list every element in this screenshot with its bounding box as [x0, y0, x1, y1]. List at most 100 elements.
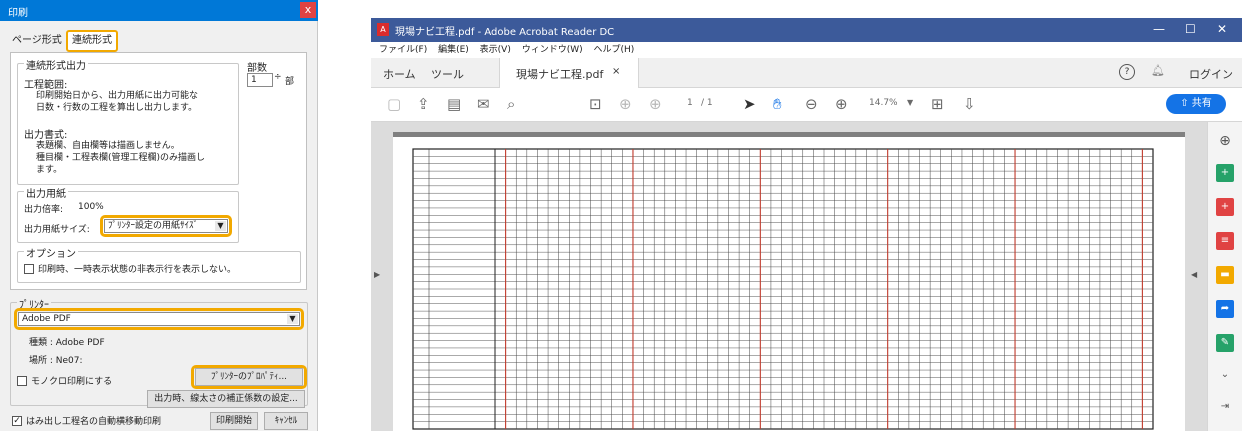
range-desc-1: 印刷開始日から、出力用紙に出力可能な — [36, 91, 199, 101]
snapshot-icon[interactable]: ⊡ — [589, 95, 602, 113]
mono-label: モノクロ印刷にする — [31, 377, 113, 387]
continuous-format-panel: 連続形式出力 工程範囲: 印刷開始日から、出力用紙に出力可能な 日数・行数の工程… — [10, 52, 307, 290]
printer-group: ﾌﾟﾘﾝﾀｰ Adobe PDF ▼ 種類 : Adobe PDF 場所 : N… — [10, 296, 308, 408]
save-icon[interactable]: ▢ — [387, 95, 401, 113]
printer-select[interactable]: Adobe PDF ▼ — [18, 312, 300, 326]
organize-pages-icon[interactable]: ≡ — [1216, 232, 1234, 250]
zoom-out-icon[interactable]: ⊖ — [805, 95, 818, 113]
menu-help[interactable]: ヘルプ(H) — [594, 45, 635, 55]
tab-tools[interactable]: ツール — [431, 66, 464, 82]
cancel-button[interactable]: ｷｬﾝｾﾙ — [264, 412, 308, 430]
zoom-in-icon[interactable]: ⊕ — [835, 95, 848, 113]
printer-selected: Adobe PDF — [22, 314, 71, 324]
copies-value: 1 — [251, 75, 257, 85]
page-total: / 1 — [701, 98, 713, 108]
send-icon[interactable]: ➦ — [1216, 300, 1234, 318]
copies-stepper-icon[interactable]: ÷ — [274, 72, 282, 82]
paper-size-label: 出力用紙サイズ: — [24, 225, 90, 235]
copies-label: 部数 — [247, 63, 267, 74]
zoom-level[interactable]: 14.7% — [869, 98, 898, 108]
menu-window[interactable]: ウィンドウ(W) — [522, 45, 583, 55]
tab-home[interactable]: ホーム — [383, 66, 416, 82]
pdf-page — [393, 132, 1185, 431]
auto-name-checkbox[interactable]: ✓ — [12, 416, 22, 426]
format-desc-2: 種目欄・工程表欄(管理工程欄)のみ描画し — [36, 153, 206, 163]
acrobat-window: A 現場ナビ工程.pdf - Adobe Acrobat Reader DC —… — [371, 18, 1242, 431]
range-desc-2: 日数・行数の工程を算出し出力します。 — [36, 103, 198, 113]
comment-icon[interactable]: ▬ — [1216, 266, 1234, 284]
right-panel-toggle-icon[interactable]: ◀ — [1191, 270, 1197, 279]
zoom-search-icon[interactable]: ⌕ — [507, 95, 515, 113]
create-pdf-icon[interactable]: + — [1216, 164, 1234, 182]
chevron-down-icon: ▼ — [287, 314, 298, 324]
acrobat-logo-icon: A — [377, 23, 389, 36]
chevron-down-icon[interactable]: ⌄ — [1216, 366, 1234, 384]
upload-icon[interactable]: ⇪ — [417, 95, 430, 113]
export-pdf-icon[interactable]: + — [1216, 198, 1234, 216]
ratio-value: 100% — [78, 202, 104, 212]
paper-size-value: ﾌﾟﾘﾝﾀｰ設定の用紙ｻｲｽﾞ — [108, 221, 199, 231]
continuous-output-group: 連続形式出力 工程範囲: 印刷開始日から、出力用紙に出力可能な 日数・行数の工程… — [17, 57, 239, 185]
menu-file[interactable]: ファイル(F) — [379, 45, 427, 55]
select-cursor-icon[interactable]: ➤ — [743, 95, 756, 113]
share-icon: ⇧ — [1180, 98, 1192, 109]
printer-type: 種類 : Adobe PDF — [29, 338, 105, 348]
paper-size-select[interactable]: ﾌﾟﾘﾝﾀｰ設定の用紙ｻｲｽﾞ ▼ — [104, 219, 228, 233]
tab-bar: ホーム ツール 現場ナビ工程.pdf × ? 🔔︎ ログイン — [371, 58, 1242, 88]
bell-icon[interactable]: 🔔︎ — [1151, 64, 1165, 77]
options-group: オプション 印刷時、一時表示状態の非表示行を表示しない。 — [17, 245, 301, 283]
share-label: 共有 — [1191, 98, 1212, 109]
schedule-grid — [412, 148, 1154, 430]
page-down-icon[interactable]: ⊕ — [649, 95, 662, 113]
close-window-icon[interactable]: ✕ — [1217, 22, 1227, 36]
hand-tool-icon[interactable]: ✋︎ — [773, 95, 782, 113]
fit-page-icon[interactable]: ⊞ — [931, 95, 944, 113]
dialog-title: 印刷 — [8, 8, 28, 19]
format-label: 出力書式: — [24, 130, 68, 141]
mail-icon[interactable]: ✉ — [477, 95, 490, 113]
comment-tool-icon[interactable]: ⇩ — [963, 95, 976, 113]
share-button[interactable]: ⇧ 共有 — [1166, 94, 1226, 114]
print-icon[interactable]: ▤ — [447, 95, 461, 113]
doc-tab-close-icon[interactable]: × — [612, 66, 620, 77]
mono-checkbox[interactable] — [17, 376, 27, 386]
format-desc-1: 表題欄、自由欄等は描画しません。 — [36, 141, 180, 151]
chevron-down-icon: ▼ — [215, 221, 226, 231]
minimize-icon[interactable]: — — [1153, 22, 1165, 36]
continuous-output-title: 連続形式出力 — [24, 57, 88, 72]
paper-group-title: 出力用紙 — [24, 185, 68, 200]
format-desc-3: ます。 — [36, 165, 63, 175]
printer-properties-button[interactable]: ﾌﾟﾘﾝﾀｰのﾌﾟﾛﾊﾟﾃｨ... — [195, 368, 303, 386]
tab-document[interactable]: 現場ナビ工程.pdf × — [499, 58, 639, 88]
print-start-button[interactable]: 印刷開始 — [210, 412, 258, 430]
chevron-down-icon[interactable]: ▼ — [907, 98, 913, 107]
login-link[interactable]: ログイン — [1189, 66, 1233, 82]
acrobat-title: 現場ナビ工程.pdf - Adobe Acrobat Reader DC — [395, 27, 615, 38]
fill-sign-icon[interactable]: ✎ — [1216, 334, 1234, 352]
copies-unit: 部 — [285, 77, 295, 87]
page-up-icon[interactable]: ⊕ — [619, 95, 632, 113]
ratio-label: 出力倍率: — [24, 205, 64, 215]
auto-name-label: はみ出し工程名の自動横移動印刷 — [26, 417, 162, 427]
zoom-tool-icon[interactable]: ⊕ — [1216, 132, 1234, 150]
copies-input[interactable]: 1 — [247, 73, 273, 87]
menu-edit[interactable]: 編集(E) — [438, 45, 469, 55]
collapse-panel-icon[interactable]: ⇥ — [1216, 398, 1234, 416]
printer-location: 場所 : Ne07: — [29, 356, 83, 366]
print-dialog: 印刷 x ページ形式 連続形式 連続形式出力 工程範囲: 印刷開始日から、出力用… — [0, 0, 318, 431]
line-width-button[interactable]: 出力時、線太さの補正係数の設定... — [147, 390, 305, 408]
hide-rows-checkbox[interactable] — [24, 264, 34, 274]
tab-continuous-format[interactable]: 連続形式 — [66, 30, 118, 52]
page-current[interactable]: 1 — [687, 98, 693, 108]
document-view[interactable]: ▶ ◀ — [371, 122, 1207, 431]
help-icon[interactable]: ? — [1119, 64, 1135, 80]
tab-page-format[interactable]: ページ形式 — [12, 32, 62, 50]
menu-view[interactable]: 表示(V) — [480, 45, 511, 55]
menu-bar: ファイル(F) 編集(E) 表示(V) ウィンドウ(W) ヘルプ(H) — [371, 42, 1242, 58]
range-label: 工程範囲: — [24, 80, 68, 91]
close-icon[interactable]: x — [300, 2, 316, 18]
toolbar: ▢ ⇪ ▤ ✉ ⌕ ⊡ ⊕ ⊕ 1 / 1 ➤ ✋︎ ⊖ ⊕ 14.7% ▼ ⊞… — [371, 88, 1242, 122]
left-panel-toggle-icon[interactable]: ▶ — [374, 270, 380, 279]
right-tools-panel: ⊕ + + ≡ ▬ ➦ ✎ ⌄ ⇥ — [1207, 122, 1242, 431]
maximize-icon[interactable]: ☐ — [1185, 22, 1196, 36]
